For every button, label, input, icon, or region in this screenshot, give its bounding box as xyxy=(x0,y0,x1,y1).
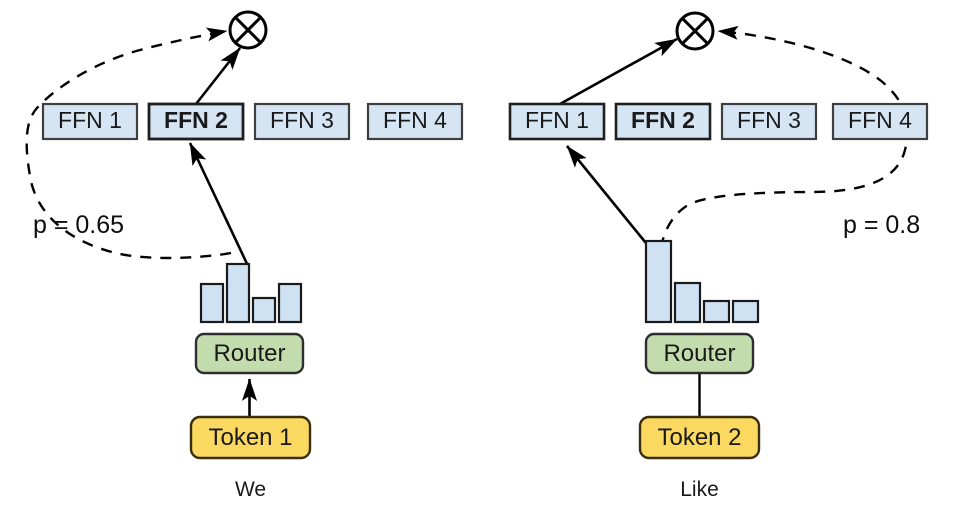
arrow-bar-to-ffn2-left xyxy=(188,142,251,269)
router-label: Router xyxy=(663,340,735,367)
histogram-bar xyxy=(251,296,277,324)
arrow-bar-to-ffn1-right xyxy=(565,145,652,249)
arrow-ffn2-to-multiply-left xyxy=(194,47,242,105)
probability-label-right: p = 0.8 xyxy=(843,211,920,239)
histogram-bar-selected xyxy=(644,239,673,324)
multiply-circle-icon-left xyxy=(228,10,268,50)
expert-label: FFN 1 xyxy=(58,107,122,133)
expert-label: FFN 4 xyxy=(383,107,447,133)
token-box-left[interactable]: Token 1 xyxy=(189,415,312,460)
word-label-right: Like xyxy=(680,478,719,501)
histogram-bar xyxy=(702,299,731,324)
expert-box-left-2[interactable]: FFN 2 xyxy=(147,102,245,141)
expert-label: FFN 4 xyxy=(848,107,912,133)
expert-label: FFN 2 xyxy=(631,107,695,133)
router-histogram-left xyxy=(199,262,303,324)
histogram-bar xyxy=(277,282,303,324)
expert-box-left-3[interactable]: FFN 3 xyxy=(253,102,351,141)
router-label: Router xyxy=(213,340,285,367)
expert-box-right-4[interactable]: FFN 4 xyxy=(831,102,929,141)
diagram-svg: FFN 1 FFN 2 FFN 3 FFN 4 p = 0.65 Router xyxy=(25,10,929,501)
arrow-ffn1-to-multiply-right xyxy=(559,37,678,106)
word-label-left: We xyxy=(235,478,266,501)
expert-box-right-2[interactable]: FFN 2 xyxy=(614,102,712,141)
token-box-right[interactable]: Token 2 xyxy=(638,415,761,460)
expert-label: FFN 3 xyxy=(270,107,334,133)
histogram-bar xyxy=(199,282,225,324)
multiply-circle-icon-right xyxy=(675,11,715,51)
expert-box-left-4[interactable]: FFN 4 xyxy=(366,102,464,141)
probability-label-left: p = 0.65 xyxy=(33,211,124,239)
expert-box-right-1[interactable]: FFN 1 xyxy=(508,102,606,141)
expert-box-right-3[interactable]: FFN 3 xyxy=(720,102,818,141)
expert-label-selected: FFN 2 xyxy=(164,107,228,133)
histogram-bar xyxy=(673,281,702,324)
router-box-left[interactable]: Router xyxy=(194,332,305,375)
token-label: Token 1 xyxy=(208,424,292,451)
expert-label: FFN 3 xyxy=(737,107,801,133)
router-box-right[interactable]: Router xyxy=(644,332,755,375)
expert-label-selected: FFN 1 xyxy=(525,107,589,133)
token-label: Token 2 xyxy=(657,424,741,451)
expert-box-left-1[interactable]: FFN 1 xyxy=(41,102,139,141)
diagram-canvas: FFN 1 FFN 2 FFN 3 FFN 4 p = 0.65 Router xyxy=(0,0,960,509)
router-histogram-right xyxy=(644,239,760,324)
histogram-bar-selected xyxy=(225,262,251,324)
histogram-bar xyxy=(731,299,760,324)
